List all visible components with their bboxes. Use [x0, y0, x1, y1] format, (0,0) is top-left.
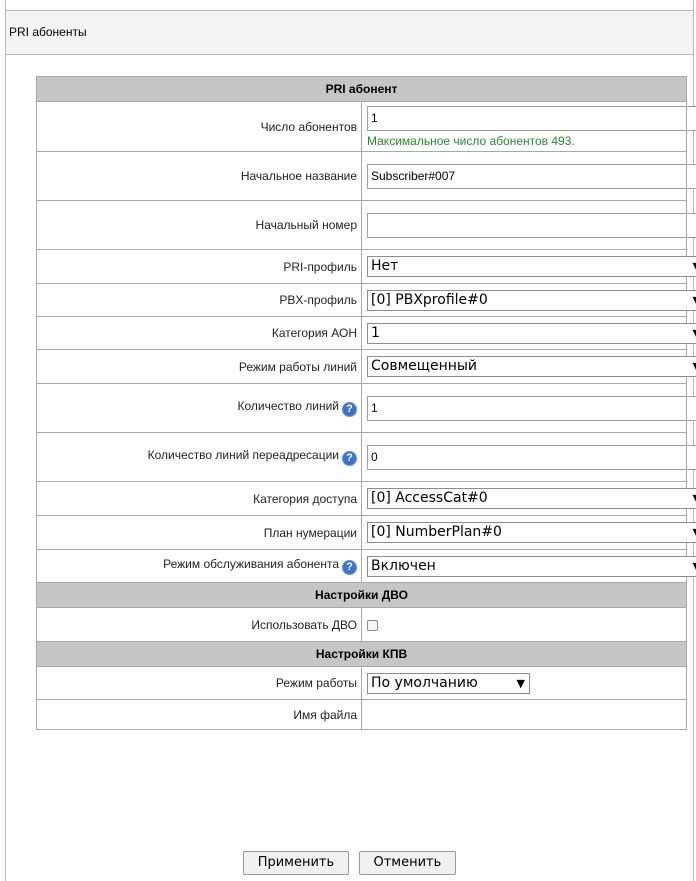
section-title-main: PRI абонент: [36, 76, 687, 102]
line-mode-value: Совмещенный: [371, 358, 478, 374]
dropdown-arrow-icon: ▼: [693, 291, 696, 310]
numbering-plan-value: [0] NumberPlan#0: [371, 524, 502, 540]
dropdown-arrow-icon: ▼: [693, 523, 696, 542]
pri-subscriber-form: PRI абонент Число абонентов 1 Максимальн…: [36, 76, 696, 730]
section-header-kpv: Настройки КПВ: [36, 641, 687, 667]
redirect-line-count-input[interactable]: 0: [367, 444, 696, 470]
initial-number-label: Начальный номер: [36, 200, 362, 250]
row-pbx-profile: PBX-профиль [0] PBXprofile#0 ▼: [36, 283, 696, 317]
service-mode-label-cell: Режим обслуживания абонента?: [36, 549, 362, 583]
use-dvo-label: Использовать ДВО: [36, 607, 362, 642]
apply-button[interactable]: Применить: [242, 851, 350, 875]
aon-category-select[interactable]: 1▼: [367, 322, 696, 344]
initial-name-input[interactable]: Subscriber#007: [367, 163, 696, 189]
dropdown-arrow-icon: ▼: [693, 324, 696, 343]
question-help-icon[interactable]: ?: [342, 560, 357, 575]
use-dvo-checkbox[interactable]: [367, 619, 378, 631]
question-help-icon[interactable]: ?: [342, 402, 357, 417]
access-category-select[interactable]: [0] AccessCat#0 ▼: [367, 488, 696, 509]
subscriber-count-input[interactable]: 1: [367, 105, 696, 131]
work-mode-label: Режим работы: [36, 666, 362, 700]
line-count-label: Количество линий: [237, 399, 339, 413]
row-redirect-line-count: Количество линий переадресации? 0: [36, 432, 696, 482]
aon-category-label: Категория АОН: [36, 316, 362, 350]
line-count-label-cell: Количество линий?: [36, 383, 362, 433]
subscriber-count-hint: Максимальное число абонентов 493.: [367, 133, 575, 148]
dropdown-arrow-icon: ▼: [516, 676, 525, 690]
dropdown-arrow-icon: ▼: [693, 357, 696, 376]
row-work-mode: Режим работы По умолчанию ▼: [36, 666, 687, 700]
access-category-label: Категория доступа: [36, 481, 362, 516]
panel-title: PRI абоненты: [6, 10, 693, 55]
row-access-category: Категория доступа [0] AccessCat#0 ▼: [36, 481, 696, 516]
row-line-mode: Режим работы линий Совмещенный ▼: [36, 349, 696, 384]
aon-category-value: 1: [371, 324, 380, 341]
redirect-line-count-label: Количество линий переадресации: [147, 448, 339, 462]
dropdown-arrow-icon: ▼: [693, 489, 696, 508]
row-pri-profile: PRI-профиль Нет ▼: [36, 249, 696, 284]
row-file-name: Имя файла: [36, 699, 687, 730]
line-mode-label: Режим работы линий: [36, 349, 362, 384]
row-numbering-plan: План нумерации [0] NumberPlan#0 ▼: [36, 515, 696, 550]
service-mode-value: Включен: [371, 557, 436, 574]
file-name-label: Имя файла: [36, 699, 362, 730]
subscriber-count-label: Число абонентов: [36, 101, 362, 152]
pbx-profile-label: PBX-профиль: [36, 283, 362, 317]
service-mode-label: Режим обслуживания абонента: [163, 557, 339, 571]
redirect-line-count-label-cell: Количество линий переадресации?: [36, 432, 362, 482]
pri-profile-select[interactable]: Нет ▼: [367, 256, 696, 277]
pbx-profile-select[interactable]: [0] PBXprofile#0 ▼: [367, 289, 696, 311]
initial-number-input[interactable]: [367, 212, 696, 238]
section-header-main: PRI абонент: [36, 76, 687, 102]
row-use-dvo: Использовать ДВО: [36, 607, 687, 642]
line-count-input[interactable]: 1: [367, 395, 696, 421]
pri-profile-label: PRI-профиль: [36, 249, 362, 284]
row-subscriber-count: Число абонентов 1 Максимальное число або…: [36, 101, 696, 152]
row-aon-category: Категория АОН 1▼: [36, 316, 696, 350]
row-initial-number: Начальный номер: [36, 200, 696, 250]
pri-profile-value: Нет: [371, 258, 399, 274]
work-mode-value: По умолчанию: [371, 674, 478, 691]
section-title-dvo: Настройки ДВО: [36, 582, 687, 608]
pbx-profile-value: [0] PBXprofile#0: [371, 291, 488, 308]
service-mode-select[interactable]: Включен ▼: [367, 555, 696, 577]
question-help-icon[interactable]: ?: [342, 451, 357, 466]
access-category-value: [0] AccessCat#0: [371, 490, 488, 506]
dropdown-arrow-icon: ▼: [693, 557, 696, 576]
row-service-mode: Режим обслуживания абонента? Включен ▼: [36, 549, 696, 583]
pri-subscribers-panel: PRI абоненты PRI абонент Число абонентов…: [5, 0, 696, 881]
row-line-count: Количество линий? 1: [36, 383, 696, 433]
file-name-value: [361, 699, 687, 730]
work-mode-select[interactable]: По умолчанию ▼: [367, 672, 530, 694]
row-initial-name: Начальное название Subscriber#007: [36, 151, 696, 201]
section-title-kpv: Настройки КПВ: [36, 641, 687, 667]
initial-name-label: Начальное название: [36, 151, 362, 201]
dropdown-arrow-icon: ▼: [693, 257, 696, 276]
form-buttons: Применить Отменить: [6, 851, 693, 875]
section-header-dvo: Настройки ДВО: [36, 582, 687, 608]
cancel-button[interactable]: Отменить: [358, 851, 457, 875]
line-mode-select[interactable]: Совмещенный ▼: [367, 356, 696, 377]
numbering-plan-label: План нумерации: [36, 515, 362, 550]
numbering-plan-select[interactable]: [0] NumberPlan#0 ▼: [367, 522, 696, 543]
